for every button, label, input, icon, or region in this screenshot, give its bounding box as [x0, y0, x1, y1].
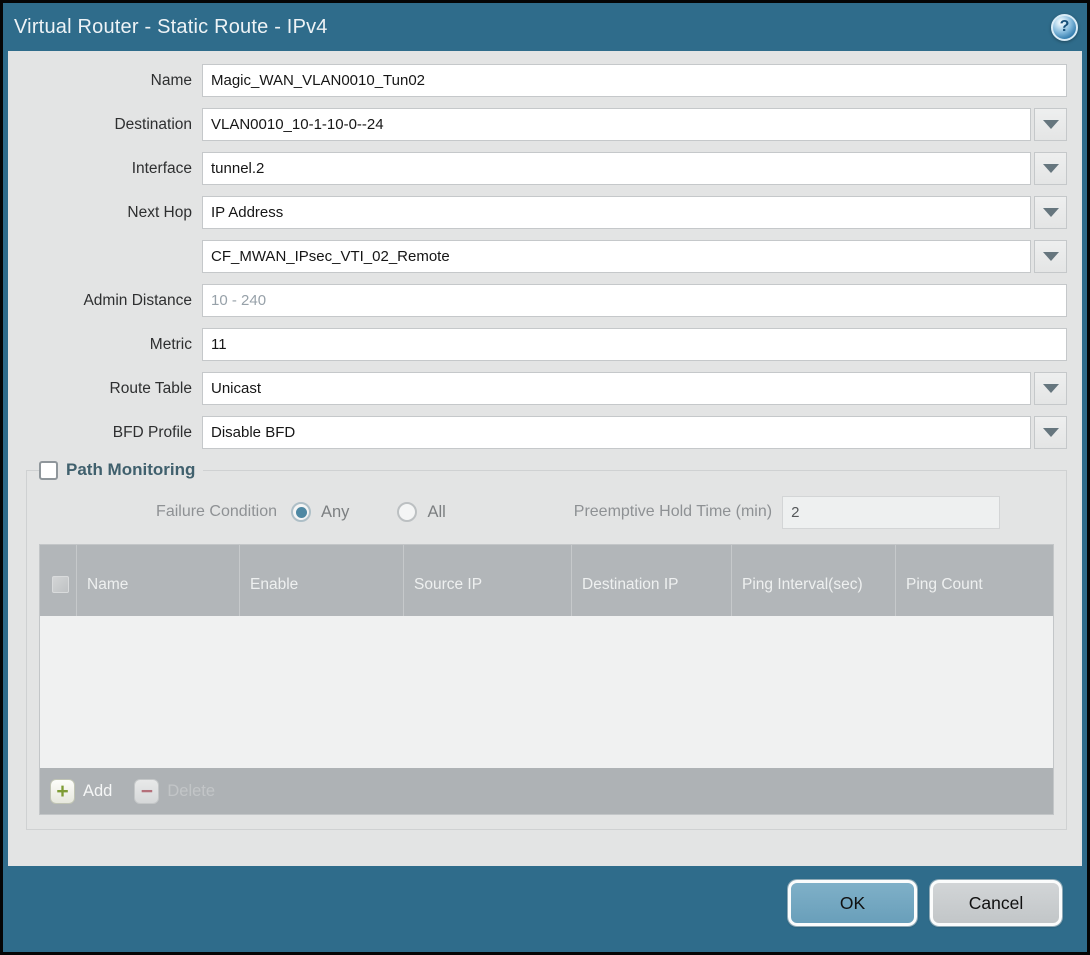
form-row-name: Name — [26, 64, 1067, 97]
cancel-button[interactable]: Cancel — [930, 880, 1062, 926]
static-route-dialog: Virtual Router - Static Route - IPv4 ? N… — [0, 0, 1090, 955]
minus-icon: − — [134, 779, 159, 804]
interface-label: Interface — [26, 160, 202, 178]
dialog-footer: OK Cancel — [3, 866, 1087, 952]
destination-label: Destination — [26, 116, 202, 134]
destination-input[interactable] — [202, 108, 1031, 141]
column-header-ping-count: Ping Count — [896, 545, 1053, 616]
route-table-dropdown-button[interactable] — [1034, 372, 1067, 405]
add-button[interactable]: + Add — [50, 779, 112, 804]
column-header-destination-ip: Destination IP — [572, 545, 732, 616]
form-row-interface: Interface — [26, 152, 1067, 185]
path-monitoring-legend: Path Monitoring — [39, 460, 203, 480]
plus-icon: + — [50, 779, 75, 804]
next-hop-label: Next Hop — [26, 204, 202, 222]
failure-condition-label: Failure Condition — [39, 503, 291, 521]
select-all-checkbox[interactable] — [52, 576, 69, 593]
radio-all[interactable] — [397, 502, 417, 522]
route-table-input[interactable] — [202, 372, 1031, 405]
form-row-route-table: Route Table — [26, 372, 1067, 405]
dialog-titlebar: Virtual Router - Static Route - IPv4 ? — [3, 3, 1087, 51]
help-icon-glyph: ? — [1060, 19, 1070, 35]
dialog-title: Virtual Router - Static Route - IPv4 — [14, 16, 1051, 39]
name-label: Name — [26, 72, 202, 90]
metric-input[interactable] — [202, 328, 1067, 361]
destination-dropdown-button[interactable] — [1034, 108, 1067, 141]
bfd-profile-dropdown-button[interactable] — [1034, 416, 1067, 449]
metric-label: Metric — [26, 336, 202, 354]
preemptive-hold-time-label: Preemptive Hold Time (min) — [574, 503, 772, 521]
preemptive-hold-time-input[interactable] — [782, 496, 1000, 529]
chevron-down-icon — [1043, 208, 1059, 217]
path-monitoring-checkbox[interactable] — [39, 461, 58, 480]
path-monitoring-section: Path Monitoring Failure Condition Any Al… — [26, 460, 1067, 830]
bfd-profile-input[interactable] — [202, 416, 1031, 449]
table-header-checkbox-cell — [40, 545, 77, 616]
radio-any[interactable] — [291, 502, 311, 522]
table-header: Name Enable Source IP Destination IP Pin… — [40, 545, 1053, 616]
next-hop-type-dropdown-button[interactable] — [1034, 196, 1067, 229]
form-row-next-hop-address — [26, 240, 1067, 273]
path-monitoring-title: Path Monitoring — [66, 460, 195, 480]
form-row-destination: Destination — [26, 108, 1067, 141]
radio-all-label: All — [427, 503, 445, 522]
chevron-down-icon — [1043, 384, 1059, 393]
interface-dropdown-button[interactable] — [1034, 152, 1067, 185]
column-header-name: Name — [77, 545, 240, 616]
delete-button[interactable]: − Delete — [134, 779, 215, 804]
form-row-metric: Metric — [26, 328, 1067, 361]
form-row-next-hop: Next Hop — [26, 196, 1067, 229]
form-row-admin-distance: Admin Distance — [26, 284, 1067, 317]
table-body-empty — [40, 616, 1053, 768]
name-input[interactable] — [202, 64, 1067, 97]
interface-input[interactable] — [202, 152, 1031, 185]
chevron-down-icon — [1043, 428, 1059, 437]
chevron-down-icon — [1043, 252, 1059, 261]
next-hop-address-input[interactable] — [202, 240, 1031, 273]
table-toolbar: + Add − Delete — [40, 768, 1053, 814]
help-icon[interactable]: ? — [1051, 14, 1078, 41]
route-table-label: Route Table — [26, 380, 202, 398]
bfd-profile-label: BFD Profile — [26, 424, 202, 442]
next-hop-address-dropdown-button[interactable] — [1034, 240, 1067, 273]
add-button-label: Add — [83, 782, 112, 801]
next-hop-type-input[interactable] — [202, 196, 1031, 229]
chevron-down-icon — [1043, 120, 1059, 129]
admin-distance-input[interactable] — [202, 284, 1067, 317]
column-header-enable: Enable — [240, 545, 404, 616]
chevron-down-icon — [1043, 164, 1059, 173]
path-monitoring-table: Name Enable Source IP Destination IP Pin… — [39, 544, 1054, 815]
admin-distance-label: Admin Distance — [26, 292, 202, 310]
radio-any-label: Any — [321, 503, 349, 522]
failure-condition-row: Failure Condition Any All Preemptive Hol… — [39, 494, 1054, 530]
dialog-content: Name Destination Interface — [8, 51, 1082, 866]
column-header-ping-interval: Ping Interval(sec) — [732, 545, 896, 616]
delete-button-label: Delete — [167, 782, 215, 801]
form-row-bfd-profile: BFD Profile — [26, 416, 1067, 449]
ok-button[interactable]: OK — [788, 880, 917, 926]
column-header-source-ip: Source IP — [404, 545, 572, 616]
